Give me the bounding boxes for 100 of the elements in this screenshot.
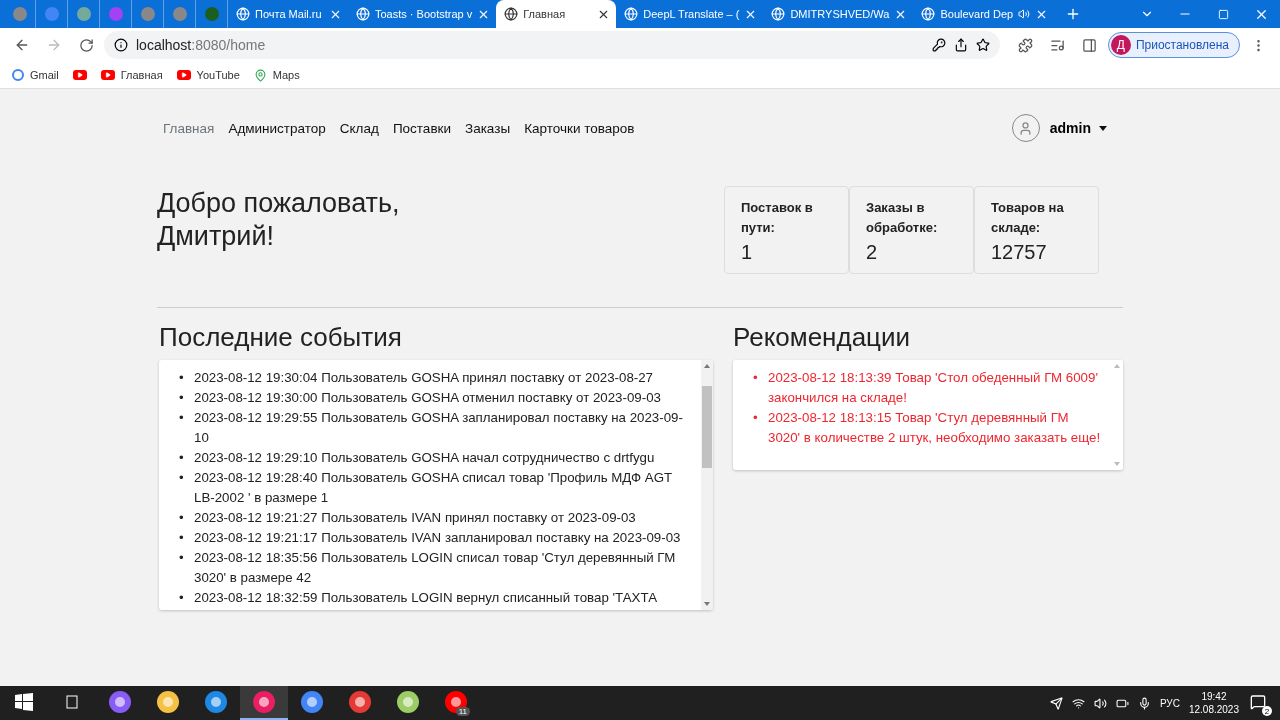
speaker-icon bbox=[1018, 8, 1031, 20]
taskbar-app[interactable] bbox=[240, 686, 288, 720]
task-view-icon bbox=[64, 694, 80, 710]
event-entry: 2023-08-12 19:30:04 Пользователь GOSHA принял поставку от 2023-08-27 bbox=[194, 369, 654, 387]
bullet: • bbox=[179, 409, 185, 427]
send-icon[interactable] bbox=[1049, 696, 1063, 710]
bullet: • bbox=[179, 389, 185, 407]
recommendation-entry: 2023-08-12 18:13:39 Товар 'Стол обеденный ГМ 6009' закончился на складе! bbox=[768, 369, 1099, 407]
volume-icon[interactable] bbox=[1093, 696, 1107, 710]
bullet: • bbox=[179, 369, 185, 387]
notifications-button[interactable]: 2 bbox=[1248, 690, 1272, 716]
app-icon bbox=[396, 690, 420, 714]
site-icon bbox=[11, 6, 28, 22]
address-bar[interactable]: localhost:8080/home bbox=[104, 31, 1000, 59]
key-icon[interactable] bbox=[931, 38, 946, 52]
browser-tab[interactable]: Toasts · Bootstrap v bbox=[348, 0, 497, 28]
bookmark[interactable]: Главная bbox=[100, 69, 163, 81]
scrollbar[interactable] bbox=[701, 360, 713, 610]
side-panel-icon[interactable] bbox=[1082, 37, 1098, 53]
bookmark[interactable]: Maps bbox=[253, 68, 300, 82]
clock[interactable]: 19:42 12.08.2023 bbox=[1188, 690, 1239, 716]
back-icon[interactable] bbox=[14, 37, 30, 53]
reload-icon[interactable] bbox=[78, 37, 94, 53]
url-host: localhost bbox=[136, 37, 192, 53]
stat-value: 2 bbox=[866, 241, 879, 264]
nav-link[interactable]: Поставки bbox=[392, 120, 451, 136]
browser-tab[interactable]: DeepL Translate – ( bbox=[616, 0, 764, 28]
section-title: Рекомендации bbox=[733, 322, 912, 352]
event-entry: 2023-08-12 19:30:00 Пользователь GOSHA отменил поставку от 2023-09-03 bbox=[194, 389, 662, 407]
nav-link[interactable]: Склад bbox=[339, 120, 379, 136]
stat-label: Заказы в обработке: bbox=[866, 199, 939, 237]
info-icon bbox=[114, 38, 128, 52]
section-title: Последние события bbox=[159, 322, 403, 352]
bullet: • bbox=[179, 529, 185, 547]
site-icon bbox=[771, 7, 786, 21]
bookmark[interactable]: YouTube bbox=[176, 69, 240, 81]
user-menu[interactable]: admin bbox=[1049, 120, 1107, 136]
play-icon bbox=[176, 70, 191, 80]
windows-icon bbox=[15, 693, 33, 711]
bullet: • bbox=[179, 449, 185, 467]
scrollbar[interactable] bbox=[1111, 360, 1123, 470]
taskbar-app[interactable]: 11 bbox=[432, 686, 480, 720]
site-icon bbox=[356, 7, 370, 21]
browser-tab[interactable]: Главная bbox=[496, 0, 617, 28]
nav-link[interactable]: Карточки товаров bbox=[524, 120, 635, 136]
bullet: • bbox=[179, 549, 185, 567]
welcome-heading: Добро пожаловать, Дмитрий! bbox=[157, 187, 401, 253]
extensions-icon[interactable] bbox=[1018, 37, 1034, 53]
event-entry: 2023-08-12 19:21:27 Пользователь IVAN принял поставку от 2023-09-03 bbox=[194, 509, 637, 527]
app-icon bbox=[348, 690, 372, 714]
event-entry: 2023-08-12 19:29:10 Пользователь GOSHA начал сотрудничество с drtfygu bbox=[194, 449, 656, 467]
star-icon[interactable] bbox=[975, 38, 990, 52]
profile-button[interactable]: Д Приостановлена bbox=[1107, 32, 1240, 58]
site-icon bbox=[43, 6, 60, 22]
wifi-icon[interactable] bbox=[1071, 696, 1085, 710]
unread-badge: 11 bbox=[455, 707, 470, 716]
bullet: • bbox=[179, 509, 185, 527]
play-icon bbox=[72, 70, 87, 80]
recommendation-entry: 2023-08-12 18:13:15 Товар 'Стул деревянный ГМ 3020' в количестве 2 штук, необходимо заказать еще! bbox=[768, 409, 1101, 447]
share-icon[interactable] bbox=[953, 38, 968, 52]
event-entry: 2023-08-12 19:21:17 Пользователь IVAN запланировал поставку на 2023-09-03 bbox=[194, 529, 682, 547]
stat-value: 1 bbox=[741, 241, 754, 264]
map-pin-icon bbox=[253, 68, 267, 82]
browser-tab[interactable]: Boulevard Dep bbox=[913, 0, 1055, 28]
bullet: • bbox=[753, 409, 759, 427]
language-indicator[interactable]: РУС bbox=[1159, 697, 1180, 709]
profile-avatar: Д bbox=[1110, 35, 1131, 55]
nav-link[interactable]: Главная bbox=[163, 120, 215, 136]
maximize-icon[interactable] bbox=[1217, 8, 1229, 20]
stat-value: 12757 bbox=[991, 241, 1048, 264]
app-icon bbox=[252, 690, 276, 714]
media-icon[interactable] bbox=[1050, 37, 1066, 53]
nav-link[interactable]: Заказы bbox=[465, 120, 511, 136]
mic-icon[interactable] bbox=[1137, 696, 1151, 710]
stat-label: Товаров на складе: bbox=[991, 199, 1065, 237]
bookmark[interactable]: Gmail bbox=[12, 69, 59, 81]
site-icon bbox=[75, 6, 92, 22]
event-entry: 2023-08-12 18:35:56 Пользователь LOGIN списал товар 'Стул деревянный ГМ 3020' в размере 42 bbox=[194, 549, 677, 587]
browser-tab[interactable]: DMITRYSHVED/Wa bbox=[763, 0, 914, 28]
event-entry: 2023-08-12 18:32:59 Пользователь LOGIN вернул списанный товар 'ТАХТА bbox=[194, 589, 658, 607]
app-icon bbox=[204, 690, 228, 714]
url-path: :8080/home bbox=[191, 37, 266, 53]
bookmark[interactable] bbox=[72, 70, 87, 80]
site-icon bbox=[624, 7, 639, 21]
bullet: • bbox=[753, 369, 759, 387]
site-icon bbox=[504, 7, 519, 21]
event-entry: 2023-08-12 19:29:55 Пользователь GOSHA запланировал поставку на 2023-09-10 bbox=[194, 409, 684, 447]
app-icon bbox=[156, 690, 180, 714]
event-entry: 2023-08-12 19:28:40 Пользователь GOSHA списал товар 'Профиль МДФ AGT LB-2002 ' в размере 1 bbox=[194, 469, 673, 507]
site-icon bbox=[171, 6, 188, 22]
browser-tab[interactable]: Почта Mail.ru bbox=[228, 0, 348, 28]
stat-label: Поставок в пути: bbox=[741, 199, 814, 237]
app-icon bbox=[108, 690, 132, 714]
bullet: • bbox=[179, 469, 185, 487]
site-icon bbox=[107, 6, 124, 22]
nav-link[interactable]: Администратор bbox=[228, 120, 326, 136]
bullet: • bbox=[179, 589, 185, 607]
site-icon bbox=[203, 6, 220, 22]
site-icon bbox=[236, 7, 250, 21]
site-icon bbox=[921, 7, 936, 21]
